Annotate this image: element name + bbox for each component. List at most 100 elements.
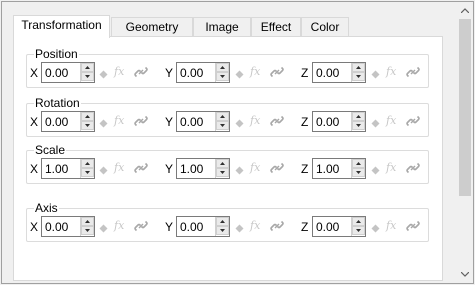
axis-y-label: Y: [165, 220, 174, 234]
chain-link-icon[interactable]: [270, 114, 284, 131]
chain-link-icon[interactable]: [270, 65, 284, 82]
rotation-x-input[interactable]: [42, 112, 80, 131]
diamond-keyframe-icon[interactable]: [371, 222, 380, 236]
scroll-up-button[interactable]: [457, 2, 473, 19]
diamond-keyframe-icon[interactable]: [99, 68, 108, 82]
axis-x-decrement-button[interactable]: [81, 226, 94, 235]
chain-link-icon[interactable]: [406, 219, 420, 236]
tab-transformation[interactable]: Transformation: [13, 15, 110, 38]
position-x-increment-button[interactable]: [81, 63, 94, 72]
scale-y-decrement-button[interactable]: [216, 168, 229, 177]
fx-expression-icon[interactable]: fx: [250, 220, 260, 232]
fx-expression-icon[interactable]: fx: [114, 162, 124, 174]
vertical-scrollbar[interactable]: [457, 2, 473, 283]
fx-expression-icon[interactable]: fx: [250, 162, 260, 174]
rotation-x-decrement-button[interactable]: [81, 121, 94, 130]
axis-y-decrement-button[interactable]: [216, 226, 229, 235]
arrow-up-icon: [220, 162, 225, 165]
arrow-up-icon: [356, 162, 361, 165]
fx-expression-icon[interactable]: fx: [250, 115, 260, 127]
rotation-y-increment-button[interactable]: [216, 112, 229, 121]
fx-expression-icon[interactable]: fx: [250, 66, 260, 78]
fx-expression-icon[interactable]: fx: [386, 115, 396, 127]
position-z-increment-button[interactable]: [352, 63, 365, 72]
rotation-y-decrement-button[interactable]: [216, 121, 229, 130]
chain-link-icon[interactable]: [406, 161, 420, 178]
axis-x-input[interactable]: [42, 217, 80, 236]
tab-color[interactable]: Color: [301, 17, 349, 37]
chain-link-icon[interactable]: [406, 65, 420, 82]
axis-x-spinbox: [41, 216, 95, 237]
arrow-up-icon: [220, 220, 225, 223]
axis-z-input[interactable]: [313, 217, 351, 236]
scale-z-decrement-button[interactable]: [352, 168, 365, 177]
tab-image[interactable]: Image: [193, 17, 251, 37]
diamond-keyframe-icon[interactable]: [371, 68, 380, 82]
rotation-y-input[interactable]: [177, 112, 215, 131]
diamond-keyframe-icon[interactable]: [99, 164, 108, 178]
diamond-keyframe-icon[interactable]: [235, 222, 244, 236]
axis-x-increment-button[interactable]: [81, 217, 94, 226]
chain-link-icon[interactable]: [134, 114, 148, 131]
arrow-up-icon: [220, 66, 225, 69]
scale-y-increment-button[interactable]: [216, 159, 229, 168]
scroll-down-button[interactable]: [457, 266, 473, 283]
scale-x-decrement-button[interactable]: [81, 168, 94, 177]
scale-x-increment-button[interactable]: [81, 159, 94, 168]
arrow-up-icon: [356, 66, 361, 69]
fx-expression-icon[interactable]: fx: [386, 66, 396, 78]
axis-group-title: Axis: [34, 201, 59, 215]
scroll-thumb[interactable]: [459, 19, 471, 196]
chain-link-icon[interactable]: [134, 65, 148, 82]
fx-expression-icon[interactable]: fx: [386, 220, 396, 232]
rotation-z-label: Z: [301, 115, 309, 129]
rotation-y-spin-buttons: [215, 112, 229, 131]
position-x-decrement-button[interactable]: [81, 72, 94, 81]
scale-z-increment-button[interactable]: [352, 159, 365, 168]
diamond-keyframe-icon[interactable]: [235, 117, 244, 131]
axis-z-increment-button[interactable]: [352, 217, 365, 226]
axis-y-increment-button[interactable]: [216, 217, 229, 226]
scale-y-input[interactable]: [177, 159, 215, 178]
rotation-z-decrement-button[interactable]: [352, 121, 365, 130]
chain-link-icon[interactable]: [134, 161, 148, 178]
fx-expression-icon[interactable]: fx: [114, 220, 124, 232]
position-z-input[interactable]: [313, 63, 351, 82]
fx-expression-icon[interactable]: fx: [114, 66, 124, 78]
position-y-decrement-button[interactable]: [216, 72, 229, 81]
axis-y-input[interactable]: [177, 217, 215, 236]
tab-label: Transformation: [21, 18, 102, 32]
tab-label: Geometry: [125, 20, 179, 34]
rotation-x-increment-button[interactable]: [81, 112, 94, 121]
diamond-keyframe-icon[interactable]: [371, 164, 380, 178]
diamond-keyframe-icon[interactable]: [235, 68, 244, 82]
diamond-keyframe-icon[interactable]: [371, 117, 380, 131]
position-z-decrement-button[interactable]: [352, 72, 365, 81]
rotation-z-input[interactable]: [313, 112, 351, 131]
chain-link-icon[interactable]: [270, 219, 284, 236]
diamond-keyframe-icon[interactable]: [99, 222, 108, 236]
diamond-keyframe-icon[interactable]: [99, 117, 108, 131]
arrow-down-icon: [220, 229, 225, 232]
chain-link-icon[interactable]: [134, 219, 148, 236]
position-x-spinbox: [41, 62, 95, 83]
axis-z-decrement-button[interactable]: [352, 226, 365, 235]
arrow-up-icon: [85, 115, 90, 118]
tab-geometry[interactable]: Geometry: [111, 17, 193, 37]
chain-link-icon[interactable]: [270, 161, 284, 178]
position-y-input[interactable]: [177, 63, 215, 82]
position-x-spin-buttons: [80, 63, 94, 82]
fx-expression-icon[interactable]: fx: [386, 162, 396, 174]
position-y-spin-buttons: [215, 63, 229, 82]
chain-link-icon[interactable]: [406, 114, 420, 131]
position-y-increment-button[interactable]: [216, 63, 229, 72]
rotation-z-increment-button[interactable]: [352, 112, 365, 121]
tab-effect[interactable]: Effect: [251, 17, 301, 37]
scale-z-input[interactable]: [313, 159, 351, 178]
scale-y-spin-buttons: [215, 159, 229, 178]
chevron-down-icon: [461, 272, 469, 277]
fx-expression-icon[interactable]: fx: [114, 115, 124, 127]
diamond-keyframe-icon[interactable]: [235, 164, 244, 178]
position-x-input[interactable]: [42, 63, 80, 82]
scale-x-input[interactable]: [42, 159, 80, 178]
